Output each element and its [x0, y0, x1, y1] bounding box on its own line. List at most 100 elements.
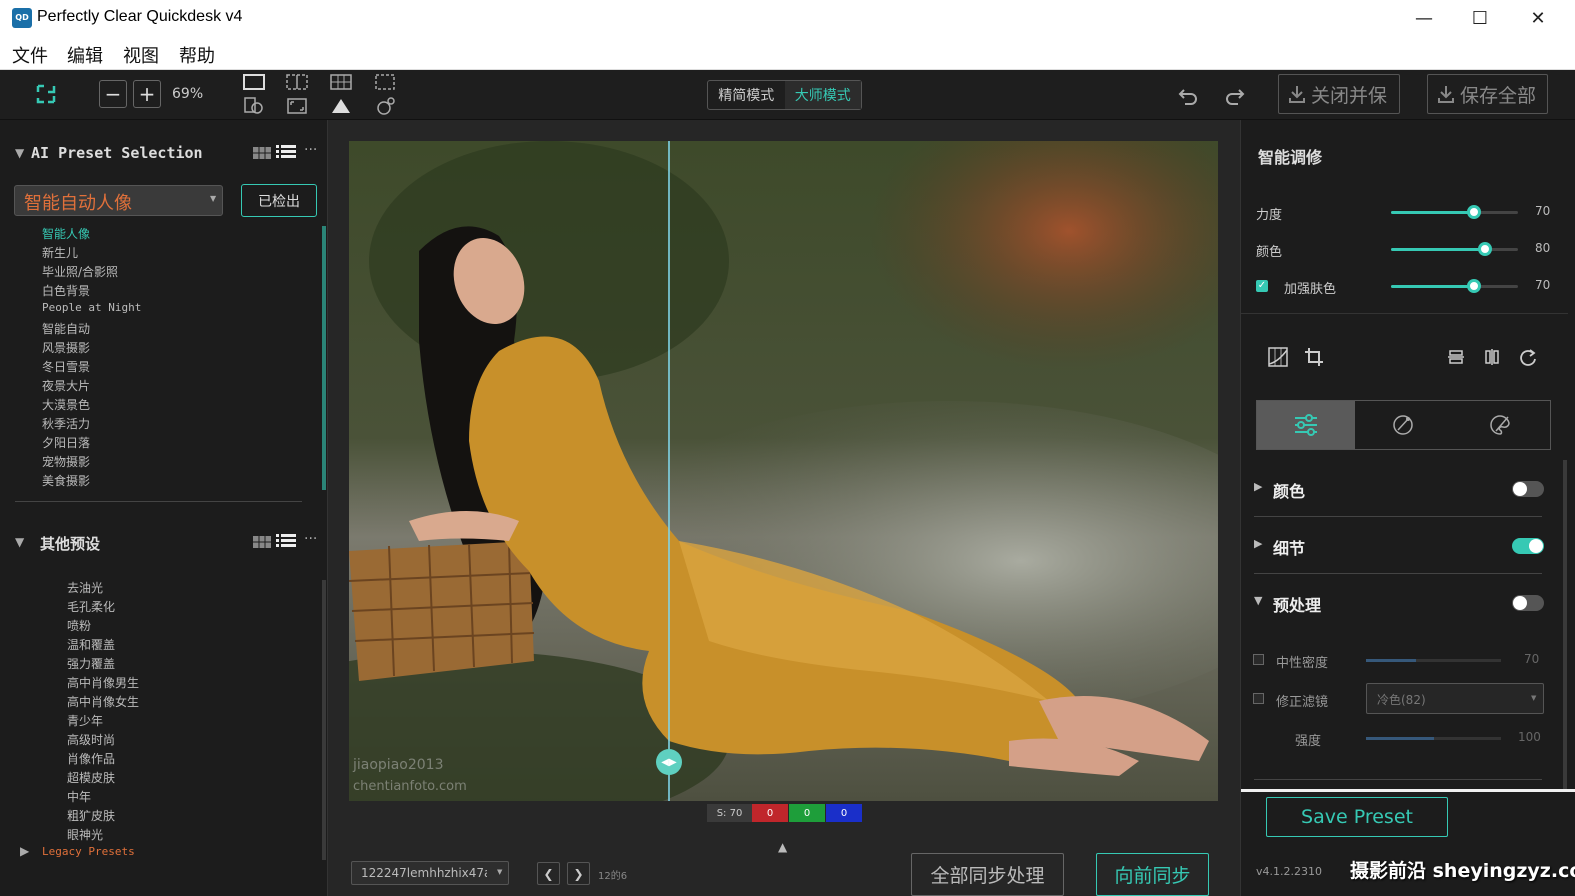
- ai-preset-item[interactable]: 夕阳日落: [42, 434, 90, 451]
- sync-all-button[interactable]: 全部同步处理: [911, 853, 1064, 896]
- collapse-triangle-icon[interactable]: ▼: [15, 535, 24, 549]
- slider-knob[interactable]: [1467, 205, 1481, 219]
- enhance-skin-checkbox[interactable]: ✓: [1256, 280, 1268, 292]
- tab-adjustments[interactable]: [1257, 401, 1355, 449]
- ai-preset-item[interactable]: 秋季活力: [42, 415, 90, 432]
- section-header[interactable]: 预处理: [1273, 592, 1321, 616]
- minimize-button[interactable]: —: [1396, 0, 1452, 36]
- ai-preset-item[interactable]: 毕业照/合影照: [42, 263, 118, 280]
- other-preset-item[interactable]: 去油光: [67, 579, 103, 596]
- ai-preset-item[interactable]: 夜景大片: [42, 377, 90, 394]
- thumbnail-view-icon[interactable]: [252, 534, 272, 553]
- neutral-density-checkbox[interactable]: [1253, 654, 1264, 665]
- simple-mode-button[interactable]: 精简模式: [708, 81, 785, 109]
- slider-knob[interactable]: [1478, 242, 1492, 256]
- other-list-scrollbar[interactable]: [322, 580, 326, 860]
- flip-horizontal-icon[interactable]: [1482, 347, 1502, 371]
- single-view-icon[interactable]: [242, 72, 266, 92]
- list-view-icon[interactable]: [276, 533, 296, 553]
- section-toggle[interactable]: [1512, 481, 1544, 497]
- fit-screen-icon[interactable]: [285, 96, 309, 116]
- ai-preset-item[interactable]: 新生儿: [42, 244, 78, 261]
- save-preset-button[interactable]: Save Preset: [1266, 797, 1448, 837]
- file-selector[interactable]: 122247lemhhzhix47a ▼: [351, 861, 509, 885]
- undo-icon[interactable]: [1177, 84, 1201, 110]
- other-preset-item[interactable]: 高中肖像女生: [67, 693, 139, 710]
- strength-slider[interactable]: [1366, 737, 1501, 740]
- flip-vertical-icon[interactable]: [1446, 347, 1466, 371]
- more-options-icon[interactable]: ···: [304, 531, 317, 547]
- other-preset-item[interactable]: 强力覆盖: [67, 655, 115, 672]
- ai-list-scrollbar[interactable]: [322, 226, 326, 490]
- list-view-icon[interactable]: [276, 144, 296, 164]
- split-handle-icon[interactable]: ◀▶: [656, 749, 682, 775]
- ai-preset-item[interactable]: 智能人像: [42, 225, 90, 242]
- menu-view[interactable]: 视图: [123, 42, 159, 68]
- split-view-icon[interactable]: [285, 72, 309, 92]
- ai-preset-item[interactable]: 智能自动: [42, 320, 90, 337]
- menu-file[interactable]: 文件: [12, 42, 48, 68]
- other-preset-item[interactable]: 中年: [67, 788, 91, 805]
- crop-select-icon[interactable]: [373, 72, 397, 92]
- ai-preset-item[interactable]: 美食摄影: [42, 472, 90, 489]
- slider-track[interactable]: [1391, 211, 1518, 214]
- master-mode-button[interactable]: 大师模式: [784, 81, 861, 109]
- next-image-button[interactable]: ❯: [567, 862, 590, 885]
- legacy-presets-item[interactable]: Legacy Presets: [42, 845, 135, 858]
- face-detect-icon[interactable]: [373, 96, 397, 116]
- prev-image-button[interactable]: ❮: [537, 862, 560, 885]
- photo-preview[interactable]: ◀▶ jiaopiao2013 chentianfoto.com: [349, 141, 1218, 801]
- other-preset-item[interactable]: 高级时尚: [67, 731, 115, 748]
- slider-track[interactable]: [1391, 248, 1518, 251]
- ai-preset-item[interactable]: 大漠景色: [42, 396, 90, 413]
- checked-out-button[interactable]: 已检出: [241, 184, 317, 217]
- sync-forward-button[interactable]: 向前同步: [1096, 853, 1209, 896]
- split-line[interactable]: [668, 141, 670, 801]
- collapse-triangle-icon[interactable]: ▼: [1254, 594, 1262, 607]
- section-toggle[interactable]: [1512, 595, 1544, 611]
- slider-track[interactable]: [1391, 285, 1518, 288]
- zoom-out-button[interactable]: −: [99, 80, 127, 108]
- filmstrip-toggle-icon[interactable]: ▲: [778, 840, 787, 854]
- other-preset-item[interactable]: 喷粉: [67, 617, 91, 634]
- crop-icon[interactable]: [1303, 346, 1325, 372]
- ai-preset-item[interactable]: People at Night: [42, 301, 141, 314]
- correction-filter-select[interactable]: 冷色(82) ▼: [1366, 683, 1544, 714]
- tab-creative[interactable]: [1452, 401, 1550, 449]
- other-preset-item[interactable]: 超模皮肤: [67, 769, 115, 786]
- save-close-button[interactable]: 关闭并保: [1278, 74, 1400, 114]
- other-preset-item[interactable]: 肖像作品: [67, 750, 115, 767]
- clipping-warning-icon[interactable]: [329, 96, 353, 116]
- ai-preset-item[interactable]: 白色背景: [42, 282, 90, 299]
- other-preset-item[interactable]: 毛孔柔化: [67, 598, 115, 615]
- ai-preset-dropdown[interactable]: 智能自动人像 ▼: [14, 185, 223, 216]
- section-toggle[interactable]: [1512, 538, 1544, 554]
- more-options-icon[interactable]: ···: [304, 142, 317, 158]
- ai-preset-item[interactable]: 冬日雪景: [42, 358, 90, 375]
- expand-triangle-icon[interactable]: ▶: [1254, 480, 1262, 493]
- section-header[interactable]: 颜色: [1273, 478, 1305, 502]
- neutral-density-slider[interactable]: [1366, 659, 1501, 662]
- rotate-icon[interactable]: [1518, 347, 1538, 371]
- close-button[interactable]: ✕: [1510, 0, 1566, 36]
- section-header[interactable]: 细节: [1273, 535, 1305, 559]
- ai-preset-item[interactable]: 宠物摄影: [42, 453, 90, 470]
- right-panel-scrollbar[interactable]: [1563, 460, 1567, 790]
- collapse-triangle-icon[interactable]: ▼: [15, 146, 24, 160]
- other-preset-item[interactable]: 眼神光: [67, 826, 103, 843]
- grid-view-icon[interactable]: [329, 72, 353, 92]
- save-all-button[interactable]: 保存全部: [1427, 74, 1548, 114]
- other-preset-item[interactable]: 温和覆盖: [67, 636, 115, 653]
- correction-filter-checkbox[interactable]: [1253, 693, 1264, 704]
- ai-preset-item[interactable]: 风景摄影: [42, 339, 90, 356]
- expand-triangle-icon[interactable]: ▶: [1254, 537, 1262, 550]
- zoom-in-button[interactable]: +: [133, 80, 161, 108]
- curves-icon[interactable]: [1267, 346, 1289, 372]
- other-preset-item[interactable]: 青少年: [67, 712, 103, 729]
- menu-help[interactable]: 帮助: [179, 42, 215, 68]
- redo-icon[interactable]: [1222, 84, 1246, 110]
- slider-knob[interactable]: [1467, 279, 1481, 293]
- menu-edit[interactable]: 编辑: [67, 42, 103, 68]
- maximize-button[interactable]: ☐: [1452, 0, 1508, 36]
- tab-effects[interactable]: [1355, 401, 1453, 449]
